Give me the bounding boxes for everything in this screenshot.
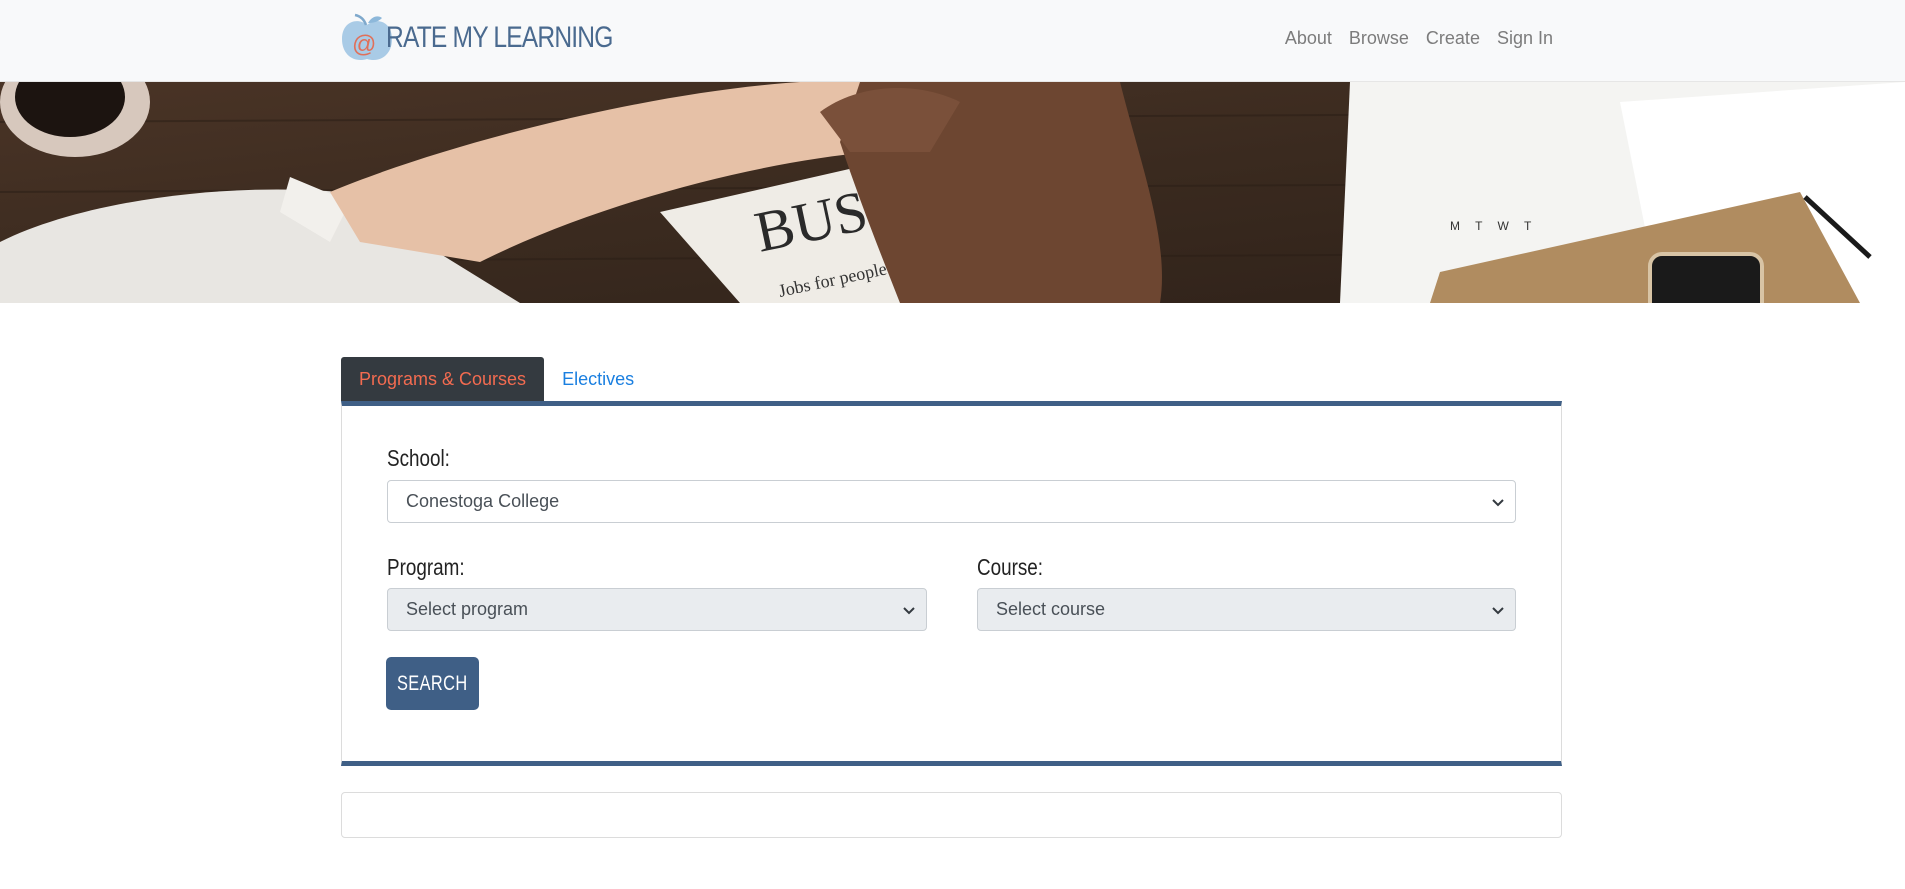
school-select[interactable]: Conestoga College: [387, 480, 1516, 523]
calendar-days: M T W T: [1450, 219, 1537, 233]
nav-links: About Browse Create Sign In: [1285, 28, 1553, 49]
results-container: [341, 792, 1562, 838]
nav-about-link[interactable]: About: [1285, 28, 1332, 49]
nav-browse-link[interactable]: Browse: [1349, 28, 1409, 49]
school-select-value: Conestoga College: [406, 491, 560, 511]
course-select[interactable]: Select course: [977, 588, 1516, 631]
program-select-value: Select program: [406, 599, 529, 619]
school-label: School:: [387, 445, 450, 471]
hero-banner-image: BUS Jobs for people w M T W T: [0, 82, 1905, 303]
nav-sign-in-link[interactable]: Sign In: [1497, 28, 1553, 49]
search-tabs: Programs & Courses Electives: [341, 357, 652, 401]
tab-programs-courses[interactable]: Programs & Courses: [341, 357, 545, 401]
program-label: Program:: [387, 554, 465, 580]
brand-name: RATE MY LEARNING: [386, 21, 613, 54]
top-navbar: @ RATE MY LEARNING About Browse Create S…: [0, 0, 1905, 82]
program-select[interactable]: Select program: [387, 588, 927, 631]
chevron-down-icon: [1492, 607, 1504, 615]
chevron-down-icon: [1492, 499, 1504, 507]
tab-electives[interactable]: Electives: [544, 357, 652, 401]
search-panel: School: Conestoga College Program: Selec…: [341, 401, 1562, 766]
search-button-label: SEARCH: [397, 671, 468, 695]
brand-at-sign: @: [352, 31, 376, 58]
brand-logo[interactable]: @ RATE MY LEARNING: [340, 10, 662, 66]
chevron-down-icon: [903, 607, 915, 615]
course-label: Course:: [977, 554, 1044, 580]
nav-create-link[interactable]: Create: [1426, 28, 1480, 49]
course-select-value: Select course: [996, 599, 1106, 619]
search-button[interactable]: SEARCH: [386, 657, 479, 710]
